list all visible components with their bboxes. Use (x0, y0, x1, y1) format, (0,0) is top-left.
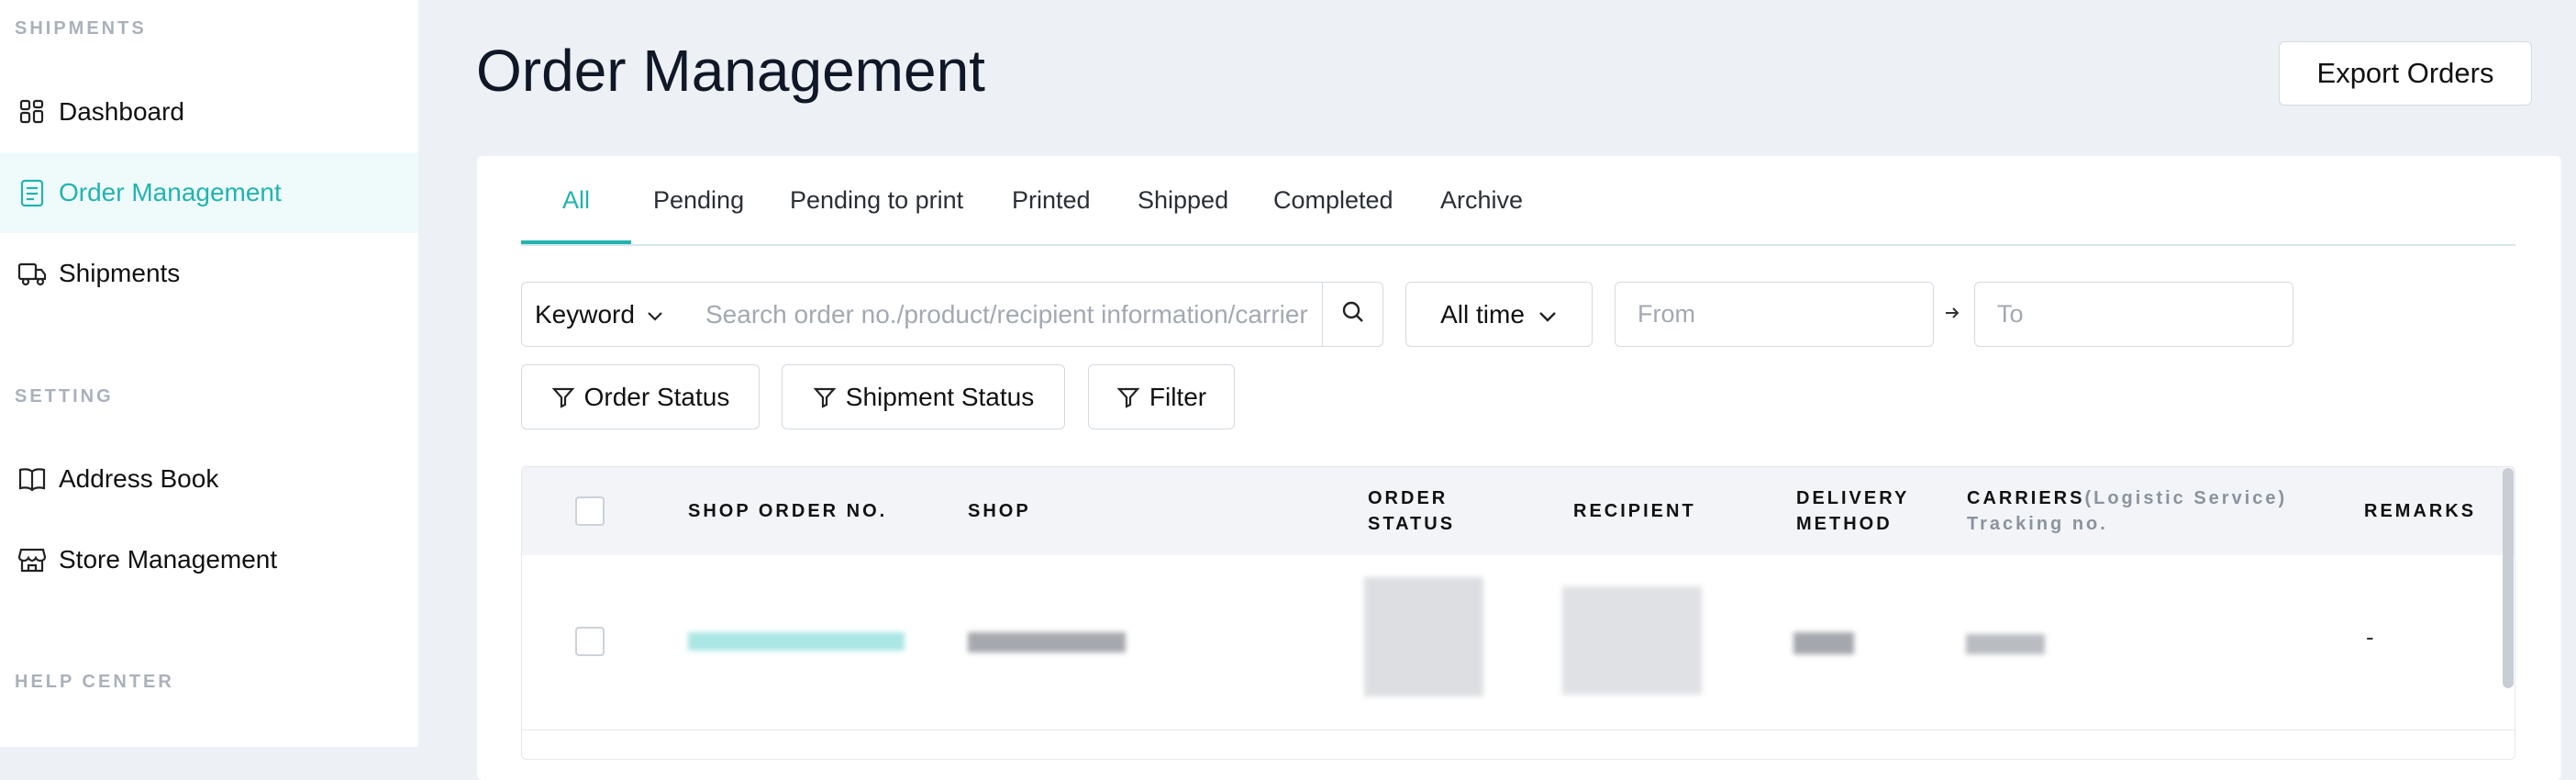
date-from-input[interactable] (1615, 282, 1934, 347)
sidebar-item-label: Shipments (59, 259, 181, 287)
shipment-status-filter-button[interactable]: Shipment Status (782, 364, 1065, 429)
filter-label: Filter (1149, 382, 1207, 411)
tab-completed[interactable]: Completed (1273, 184, 1393, 244)
clipboard-icon (17, 177, 48, 208)
table-row[interactable]: - (522, 555, 2515, 730)
sidebar-item-label: Order Management (59, 178, 282, 206)
orders-table: SHOP ORDER NO. SHOP ORDER STATUS RECIPIE… (521, 466, 2515, 760)
time-range-select[interactable]: All time (1405, 282, 1593, 347)
tab-all[interactable]: All (562, 184, 590, 244)
sidebar-item-dashboard[interactable]: Dashboard (0, 72, 418, 152)
status-tabs: All Pending Pending to print Printed Shi… (521, 184, 2515, 246)
column-order-status-line1: ORDER (1368, 488, 1449, 508)
book-icon (17, 463, 48, 495)
column-shop: SHOP (968, 501, 1031, 521)
tab-archive[interactable]: Archive (1440, 184, 1523, 244)
chevron-down-icon (646, 300, 664, 329)
tab-pending-to-print[interactable]: Pending to print (790, 184, 963, 244)
date-to-input[interactable] (1974, 282, 2293, 347)
arrow-right-icon (1941, 299, 1963, 327)
column-shop-order-no: SHOP ORDER NO. (688, 501, 888, 521)
remarks-value: - (2366, 623, 2374, 651)
truck-icon (17, 258, 48, 289)
table-header: SHOP ORDER NO. SHOP ORDER STATUS RECIPIE… (522, 467, 2515, 555)
store-icon (17, 544, 48, 575)
sidebar: SHIPMENTS Dashboard Order Management Shi… (0, 0, 418, 747)
column-delivery-line2: METHOD (1796, 514, 1893, 534)
section-label-shipments: SHIPMENTS (15, 18, 147, 39)
select-all-checkbox[interactable] (575, 496, 605, 526)
table-scrollbar[interactable] (2503, 468, 2514, 688)
column-carriers: CARRIERS(Logistic Service) Tracking no. (1967, 485, 2287, 537)
section-label-setting: SETTING (15, 386, 114, 407)
sidebar-item-label: Store Management (59, 545, 278, 574)
column-carriers-label: CARRIERS (1967, 488, 2085, 508)
keyword-select-label: Keyword (535, 299, 635, 329)
column-carriers-sub: (Logistic Service) (2084, 488, 2288, 508)
filter-icon (813, 387, 837, 408)
row-checkbox[interactable] (575, 627, 605, 656)
column-delivery-method: DELIVERY METHOD (1796, 485, 1909, 537)
sidebar-item-store-management[interactable]: Store Management (0, 519, 418, 600)
order-number-link[interactable] (688, 632, 905, 651)
tab-shipped[interactable]: Shipped (1138, 184, 1228, 244)
column-remarks: REMARKS (2364, 501, 2477, 521)
search-icon (1340, 299, 1366, 329)
delivery-method-value (1793, 632, 1854, 654)
order-status-filter-label: Order Status (583, 382, 730, 411)
order-status-value (1364, 577, 1483, 696)
dashboard-icon (17, 96, 48, 128)
section-label-help-center: HELP CENTER (15, 672, 174, 692)
column-delivery-line1: DELIVERY (1796, 488, 1910, 508)
filter-icon (551, 387, 575, 408)
sidebar-item-label: Address Book (59, 464, 219, 493)
active-tab-indicator (521, 240, 631, 244)
recipient-info (1562, 586, 1702, 695)
sidebar-item-address-book[interactable]: Address Book (0, 439, 418, 519)
sidebar-item-order-management[interactable]: Order Management (0, 152, 418, 233)
time-range-label: All time (1440, 299, 1525, 329)
shipment-status-filter-label: Shipment Status (845, 382, 1035, 411)
page-title: Order Management (476, 38, 985, 104)
tab-printed[interactable]: Printed (1012, 184, 1091, 244)
column-recipient: RECIPIENT (1573, 501, 1696, 521)
sidebar-item-shipments[interactable]: Shipments (0, 233, 418, 314)
shop-name (968, 632, 1126, 652)
column-tracking-no: Tracking no. (1967, 514, 2108, 534)
column-order-status: ORDER STATUS (1368, 485, 1455, 537)
search-button[interactable] (1322, 282, 1383, 347)
filter-button[interactable]: Filter (1088, 364, 1235, 429)
export-orders-button[interactable]: Export Orders (2279, 41, 2532, 106)
filter-icon (1116, 387, 1140, 408)
tab-pending[interactable]: Pending (653, 184, 744, 244)
chevron-down-icon (1538, 300, 1558, 329)
sidebar-item-label: Dashboard (59, 97, 184, 126)
search-input[interactable] (691, 282, 1323, 347)
column-order-status-line2: STATUS (1368, 514, 1456, 534)
carrier-value (1966, 634, 2045, 654)
keyword-select[interactable]: Keyword (521, 282, 692, 347)
order-status-filter-button[interactable]: Order Status (521, 364, 760, 429)
